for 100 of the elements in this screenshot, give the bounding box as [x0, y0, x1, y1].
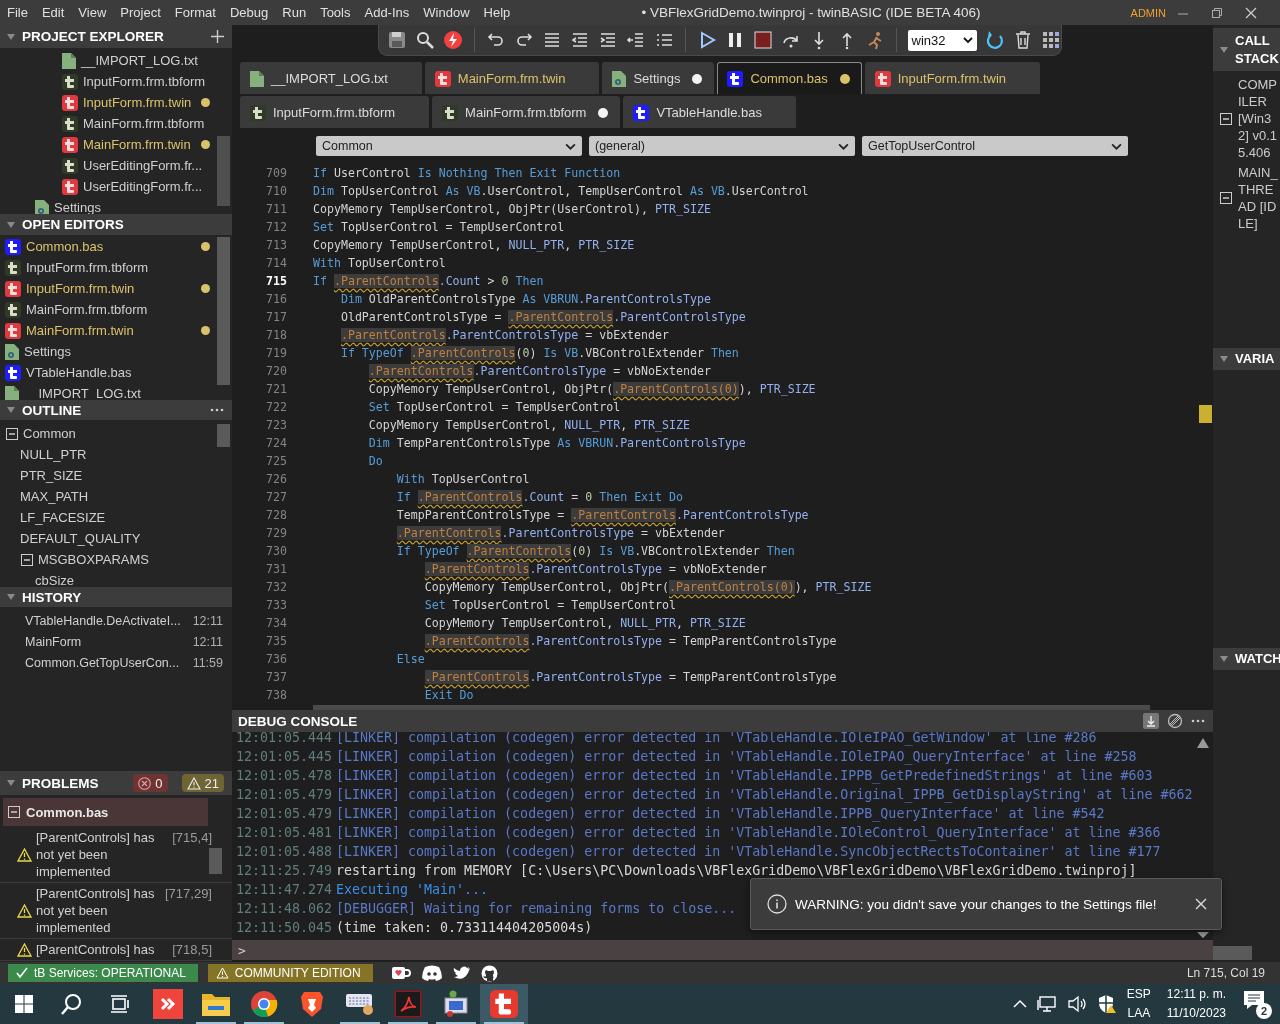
- refresh-icon[interactable]: [985, 30, 1005, 50]
- open-editor-item[interactable]: InputForm.frm.tbform: [26, 260, 149, 275]
- network-icon[interactable]: [1036, 995, 1057, 1013]
- trash-icon[interactable]: [1013, 30, 1033, 50]
- history-item[interactable]: MainForm: [25, 634, 82, 649]
- problem-group[interactable]: Common.bas: [3, 798, 208, 826]
- menu-item[interactable]: Run: [275, 5, 314, 20]
- tree-item[interactable]: MainForm.frm.twin: [83, 137, 191, 152]
- search-icon[interactable]: [415, 30, 435, 50]
- close-icon[interactable]: [1195, 898, 1207, 910]
- open-editor-item[interactable]: MainForm.frm.twin: [26, 323, 134, 338]
- stop-icon[interactable]: [752, 30, 773, 50]
- scroll-lock-icon[interactable]: [1143, 713, 1159, 729]
- editor-tab[interactable]: InputForm.frm.twin: [864, 62, 1041, 94]
- clear-icon[interactable]: [1167, 713, 1183, 729]
- pdf-icon[interactable]: [395, 991, 421, 1017]
- close-icon[interactable]: [1245, 6, 1257, 19]
- editor-tab[interactable]: Common.bas: [717, 62, 862, 94]
- menu-item[interactable]: Debug: [222, 5, 276, 20]
- thread-item[interactable]: COMPILER [Win32] v0.15.406: [1238, 76, 1280, 161]
- task-view-icon[interactable]: [110, 994, 130, 1014]
- lightning-icon[interactable]: [443, 30, 463, 50]
- open-editor-item[interactable]: Common.bas: [26, 239, 104, 254]
- outline-item[interactable]: MAX_PATH: [20, 489, 89, 504]
- outline-item[interactable]: PTR_SIZE: [20, 468, 83, 483]
- folder-icon[interactable]: [202, 992, 230, 1016]
- outline-item[interactable]: cbSize: [35, 573, 75, 587]
- menu-item[interactable]: Add-Ins: [357, 5, 417, 20]
- outline-item[interactable]: NULL_PTR: [20, 447, 87, 462]
- menu-item[interactable]: File: [0, 5, 35, 20]
- bird-icon[interactable]: [452, 965, 471, 981]
- tree-item[interactable]: MainForm.frm.tbform: [83, 116, 205, 131]
- menu-item[interactable]: Window: [416, 5, 477, 20]
- taskbar-button[interactable]: [480, 984, 528, 1024]
- collapse-icon[interactable]: [8, 806, 20, 818]
- outdent-lines-icon[interactable]: [625, 30, 646, 50]
- history-item[interactable]: Common.GetTopUserCon...: [25, 655, 180, 670]
- restore-icon[interactable]: [1211, 6, 1223, 19]
- scrollbar[interactable]: [1213, 946, 1252, 960]
- caret-icon[interactable]: [6, 405, 16, 415]
- scrollbar[interactable]: [217, 424, 230, 447]
- shield-app-icon[interactable]: [300, 990, 324, 1018]
- grid-icon[interactable]: [1041, 30, 1061, 50]
- scrollbar[interactable]: [217, 136, 230, 206]
- tree-item[interactable]: UserEditingForm.fr...: [83, 179, 203, 194]
- code-dropdown[interactable]: GetTopUserControl: [862, 136, 1128, 156]
- caret-icon[interactable]: [1219, 654, 1229, 664]
- open-editor-item[interactable]: MainForm.frm.tbform: [26, 302, 148, 317]
- collapse-icon[interactable]: [6, 427, 18, 440]
- keyboard-icon[interactable]: [345, 991, 375, 1017]
- scroll-up-icon[interactable]: [1197, 738, 1209, 748]
- problem-message[interactable]: [ParentControls] has not yet been implemented: [36, 829, 164, 880]
- caret-icon[interactable]: [6, 219, 16, 230]
- problem-message[interactable]: [ParentControls] has: [36, 941, 164, 958]
- thread-item[interactable]: MAIN_THREAD [IDLE]: [1238, 164, 1280, 232]
- input-language[interactable]: ESP LAA: [1126, 985, 1151, 1023]
- editor-tab[interactable]: MainForm.frm.twin: [424, 62, 600, 94]
- search-icon[interactable]: [61, 993, 83, 1015]
- caret-icon[interactable]: [6, 31, 16, 42]
- open-editor-item[interactable]: InputForm.frm.twin: [26, 281, 135, 296]
- platform-dropdown[interactable]: win32: [907, 29, 977, 51]
- open-editor-item[interactable]: __IMPORT_LOG.txt: [24, 386, 141, 400]
- outline-item[interactable]: LF_FACESIZE: [20, 510, 106, 525]
- tree-item[interactable]: InputForm.frm.twin: [83, 95, 192, 110]
- caret-icon[interactable]: [1219, 44, 1229, 55]
- caret-icon[interactable]: [1219, 354, 1229, 364]
- outdent-icon[interactable]: [569, 30, 590, 50]
- editor-tab[interactable]: __IMPORT_LOG.txt: [240, 62, 422, 94]
- code-dropdown[interactable]: (general): [589, 136, 855, 156]
- menu-item[interactable]: Help: [476, 5, 518, 20]
- tree-item[interactable]: InputForm.frm.tbform: [83, 74, 206, 89]
- more-icon[interactable]: [210, 408, 224, 412]
- volume-icon[interactable]: [1066, 995, 1087, 1013]
- scrollbar[interactable]: [313, 705, 1150, 710]
- save-icon[interactable]: [387, 30, 407, 50]
- open-editor-item[interactable]: VTableHandle.bas: [26, 365, 132, 380]
- chat-app-icon[interactable]: [420, 965, 443, 981]
- chevron-up-icon[interactable]: [1012, 999, 1027, 1009]
- security-warning-icon[interactable]: [1096, 994, 1117, 1014]
- more-icon[interactable]: [1191, 719, 1205, 723]
- editor-tab[interactable]: Settings: [602, 62, 715, 94]
- menu-item[interactable]: Edit: [34, 5, 72, 20]
- browser-icon[interactable]: [250, 990, 278, 1018]
- computer-app-icon[interactable]: [441, 990, 471, 1018]
- tree-item[interactable]: UserEditingForm.fr...: [83, 158, 203, 173]
- history-item[interactable]: VTableHandle.DeActivateI...: [25, 613, 181, 628]
- open-editor-item[interactable]: Settings: [24, 344, 71, 359]
- add-icon[interactable]: [211, 30, 224, 43]
- problem-message[interactable]: [ParentControls] has not yet been implemented: [36, 885, 164, 936]
- cursor-position[interactable]: Ln 715, Col 19: [1186, 966, 1265, 980]
- outline-item[interactable]: Common: [23, 426, 76, 441]
- scrollbar[interactable]: [209, 848, 222, 874]
- cat-silhouette-icon[interactable]: [480, 964, 498, 982]
- console-prompt[interactable]: >: [238, 942, 246, 958]
- mug-icon[interactable]: [390, 965, 411, 981]
- editor-tab[interactable]: VTableHandle.bas: [623, 96, 796, 128]
- outline-item[interactable]: DEFAULT_QUALITY: [20, 531, 141, 546]
- editor-tab[interactable]: MainForm.frm.tbform: [432, 96, 621, 128]
- collapse-icon[interactable]: [1220, 192, 1232, 204]
- menu-item[interactable]: Project: [113, 5, 168, 20]
